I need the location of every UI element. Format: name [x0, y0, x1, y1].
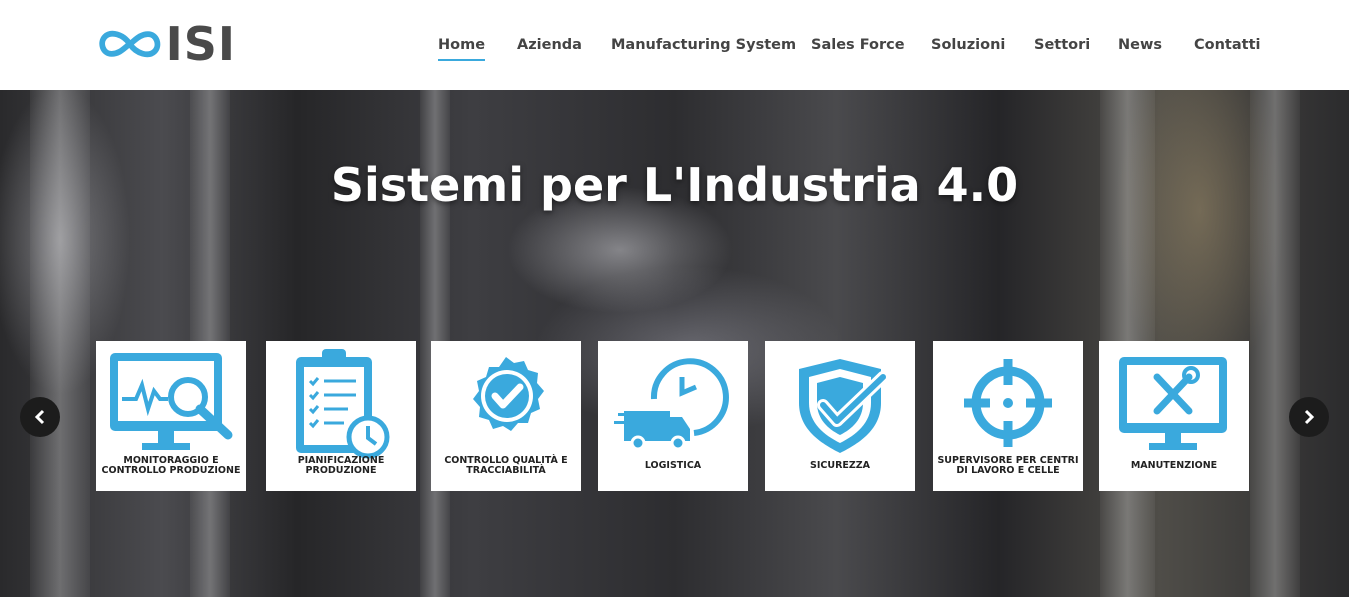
tile-monitoraggio[interactable]: MONITORAGGIO E CONTROLLO PRODUZIONE: [96, 341, 246, 491]
tile-sicurezza[interactable]: SICUREZZA: [765, 341, 915, 491]
nav-home[interactable]: Home: [438, 37, 486, 61]
infinity-icon: [99, 30, 161, 58]
chevron-right-icon: [1304, 409, 1315, 425]
tile-label: MANUTENZIONE: [1130, 460, 1218, 471]
nav-soluzioni[interactable]: Soluzioni: [931, 37, 1005, 53]
tile-label: LOGISTICA: [644, 460, 702, 471]
tile-label: SICUREZZA: [810, 460, 870, 471]
slider-next-button[interactable]: [1289, 397, 1329, 437]
shield-check-icon: [799, 359, 889, 453]
tile-controllo-qualita[interactable]: CONTROLLO QUALITÀ E TRACCIABILITÀ: [431, 341, 581, 491]
monitor-tools-icon: [1119, 357, 1227, 450]
hero-title: Sistemi per L'Industria 4.0: [330, 158, 1019, 212]
nav-azienda[interactable]: Azienda: [517, 37, 582, 53]
tile-label: PIANIFICAZIONE PRODUZIONE: [297, 455, 385, 476]
clipboard-clock-icon: [296, 349, 390, 459]
tile-supervisore[interactable]: SUPERVISORE PER CENTRI DI LAVORO E CELLE: [933, 341, 1083, 491]
crosshair-icon: [964, 359, 1052, 447]
brand-name: ISI: [165, 17, 236, 71]
tile-logistica[interactable]: LOGISTICA: [598, 341, 748, 491]
nav-news[interactable]: News: [1118, 37, 1162, 53]
nav-manufacturing-system[interactable]: Manufacturing System: [611, 37, 796, 53]
monitor-search-icon: [110, 353, 233, 450]
truck-clock-icon: [614, 358, 729, 451]
hero-slider: Sistemi per L'Industria 4.0 MONITORAGGIO…: [0, 90, 1349, 597]
badge-check-icon: [473, 357, 544, 431]
tile-manutenzione[interactable]: MANUTENZIONE: [1099, 341, 1249, 491]
slider-prev-button[interactable]: [20, 397, 60, 437]
tile-label: CONTROLLO QUALITÀ E TRACCIABILITÀ: [444, 455, 568, 476]
tile-label: SUPERVISORE PER CENTRI DI LAVORO E CELLE: [937, 455, 1079, 476]
brand-logo[interactable]: ISI: [96, 16, 236, 72]
site-header: ISI Home Azienda Manufacturing System Sa…: [0, 0, 1349, 90]
nav-settori[interactable]: Settori: [1034, 37, 1090, 53]
nav-contatti[interactable]: Contatti: [1194, 37, 1260, 53]
nav-sales-force[interactable]: Sales Force: [811, 37, 905, 53]
tile-pianificazione[interactable]: PIANIFICAZIONE PRODUZIONE: [266, 341, 416, 491]
tile-label: MONITORAGGIO E CONTROLLO PRODUZIONE: [101, 455, 241, 476]
chevron-left-icon: [34, 409, 45, 425]
